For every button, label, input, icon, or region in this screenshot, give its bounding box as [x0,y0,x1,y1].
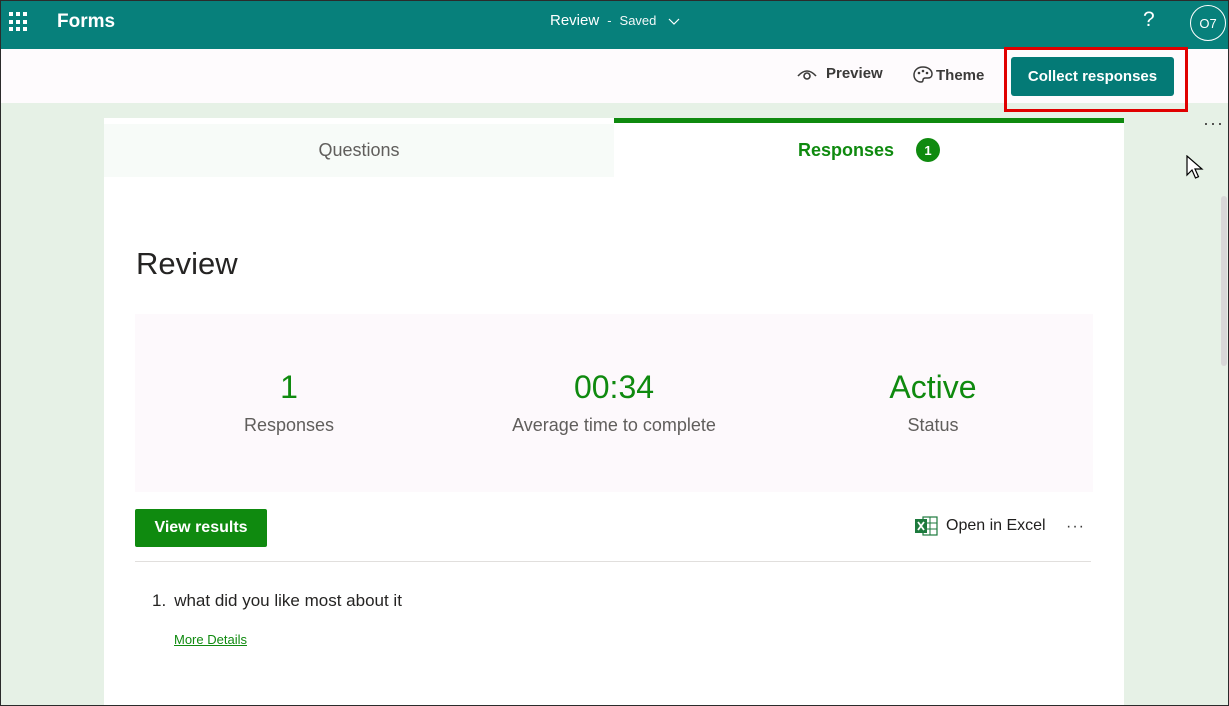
question-number: 1. [152,591,167,610]
form-title: Review [136,246,238,281]
collect-responses-button[interactable]: Collect responses [1011,57,1174,96]
view-results-button[interactable]: View results [135,509,267,547]
eye-icon [797,69,817,80]
stat-responses: 1 Responses [139,371,439,436]
more-options-button[interactable]: ··· [1203,113,1224,134]
chevron-down-icon [668,18,680,25]
user-avatar[interactable]: O7 [1190,5,1226,41]
more-details-link[interactable]: More Details [174,632,247,647]
form-card: Questions Responses 1 Review 1 Responses… [104,118,1124,706]
document-title: Review [550,12,600,29]
mouse-cursor-icon [1186,155,1204,179]
preview-button[interactable]: Preview [796,65,883,82]
question-text: what did you like most about it [174,591,402,610]
document-title-menu[interactable]: Review - Saved [550,12,680,29]
question-item: 1. what did you like most about it [152,591,402,611]
excel-icon [915,516,938,536]
stat-value: 1 [280,369,298,405]
tab-responses[interactable]: Responses 1 [614,118,1124,177]
stat-average-time: 00:34 Average time to complete [464,371,764,436]
response-count-badge: 1 [916,138,941,162]
tab-questions[interactable]: Questions [104,124,614,177]
app-header: Forms Review - Saved ? O7 [0,0,1229,49]
stat-value: 00:34 [573,369,655,405]
app-name[interactable]: Forms [57,11,115,33]
scrollbar[interactable] [1221,196,1227,366]
stat-label: Responses [243,415,335,435]
save-status: Saved [619,13,657,28]
stat-label: Average time to complete [512,415,716,435]
tab-responses-label: Responses [797,139,895,160]
stat-status: Active Status [783,371,1083,436]
open-in-excel-label: Open in Excel [946,517,1046,534]
title-separator: - [607,13,612,28]
theme-label: Theme [936,66,985,84]
stat-value: Active [889,369,977,405]
app-launcher-icon[interactable] [9,12,29,32]
divider [135,561,1091,562]
preview-label: Preview [826,65,883,82]
summary-stats: 1 Responses 00:34 Average time to comple… [135,314,1093,492]
palette-icon [913,66,933,83]
more-actions-button[interactable]: ··· [1066,518,1085,536]
open-in-excel-button[interactable]: Open in Excel [914,515,1046,537]
stat-label: Status [907,415,959,435]
theme-button[interactable]: Theme [912,65,984,85]
help-button[interactable]: ? [1143,8,1155,32]
